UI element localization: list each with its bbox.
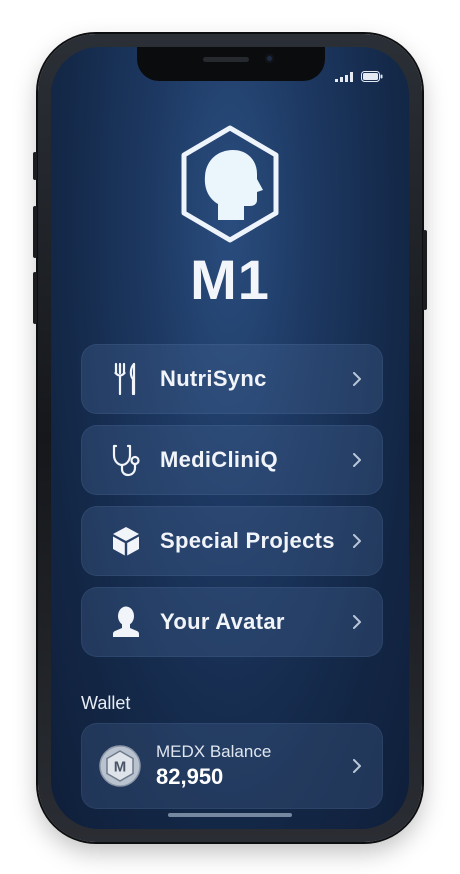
chevron-right-icon <box>350 372 364 386</box>
home-indicator[interactable] <box>168 813 292 817</box>
front-camera <box>265 54 274 63</box>
medx-coin-icon: M <box>99 745 141 787</box>
signal-icon <box>335 71 353 82</box>
chevron-right-icon <box>350 534 364 548</box>
battery-icon <box>361 71 383 82</box>
stethoscope-icon <box>108 442 144 478</box>
phone-frame: M1 NutriSync MediCliniQ Special Projects… <box>33 34 427 842</box>
notch <box>137 47 325 81</box>
app-screen: M1 NutriSync MediCliniQ Special Projects… <box>51 47 409 829</box>
menu-item-medicliniq[interactable]: MediCliniQ <box>81 425 383 495</box>
status-bar <box>335 71 383 82</box>
app-title: M1 <box>190 248 270 311</box>
head-profile-logo-icon <box>181 125 279 243</box>
menu-item-special-projects[interactable]: Special Projects <box>81 506 383 576</box>
fork-knife-icon <box>108 361 144 397</box>
menu-item-label: NutriSync <box>160 366 267 391</box>
wallet-text: MEDX Balance 82,950 <box>156 742 350 790</box>
coin-letter: M <box>114 759 127 776</box>
volume-up-button <box>33 206 37 258</box>
menu-item-your-avatar[interactable]: Your Avatar <box>81 587 383 657</box>
menu-item-nutrisync[interactable]: NutriSync <box>81 344 383 414</box>
balance-value: 82,950 <box>156 764 224 789</box>
wallet-section-label: Wallet <box>81 693 131 713</box>
balance-label: MEDX Balance <box>156 742 272 761</box>
mute-switch <box>33 152 37 180</box>
chevron-right-icon <box>350 759 364 773</box>
power-button <box>423 230 427 310</box>
menu-item-label: Your Avatar <box>160 609 285 634</box>
cube-icon <box>108 523 144 559</box>
menu-item-label: Special Projects <box>160 528 335 553</box>
chevron-right-icon <box>350 453 364 467</box>
chevron-right-icon <box>350 615 364 629</box>
volume-down-button <box>33 272 37 324</box>
earpiece-speaker <box>203 57 249 62</box>
avatar-person-icon <box>108 604 144 640</box>
wallet-balance-card[interactable]: M MEDX Balance 82,950 <box>81 723 383 809</box>
menu-item-label: MediCliniQ <box>160 447 278 472</box>
